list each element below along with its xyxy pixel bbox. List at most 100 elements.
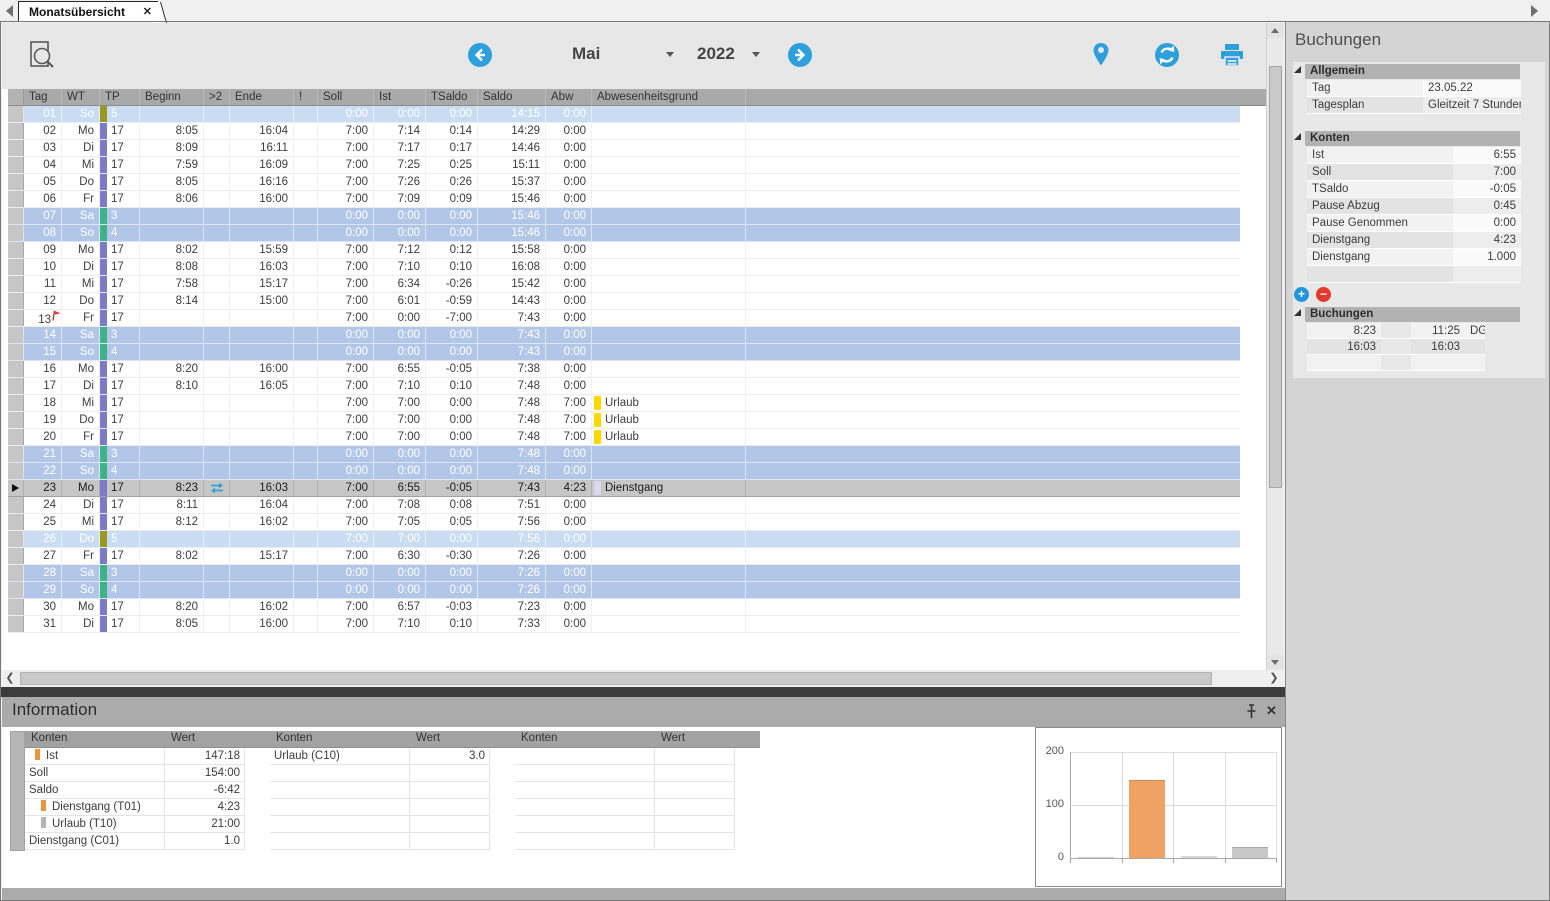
info-column-header-konten[interactable]: Konten — [31, 732, 67, 744]
info-column-header-konten[interactable]: Konten — [521, 732, 557, 744]
year-selector[interactable]: 2022 — [697, 44, 735, 64]
remove-booking-button[interactable]: − — [1316, 287, 1331, 302]
grid-row-16[interactable]: 16Mo178:2016:007:006:55-0:057:380:00 — [8, 361, 1240, 378]
info-column-header-wert[interactable]: Wert — [416, 732, 440, 744]
konten-cell[interactable] — [1453, 266, 1521, 283]
grid-row-30[interactable]: 30Mo178:2016:027:006:57-0:037:230:00 — [8, 599, 1240, 616]
scroll-down-icon[interactable] — [1267, 655, 1284, 670]
grid-row-02[interactable]: 02Mo178:0516:047:007:140:1414:290:00 — [8, 123, 1240, 140]
scroll-left-icon[interactable]: ❮ — [2, 670, 18, 687]
add-booking-button[interactable]: + — [1294, 287, 1309, 302]
column-header-soll[interactable]: Soll — [318, 89, 374, 105]
section-header-allgemein[interactable]: Allgemein — [1305, 64, 1520, 79]
section-header-buchungen[interactable]: Buchungen — [1305, 307, 1520, 322]
section-header-konten[interactable]: Konten — [1305, 131, 1520, 146]
grid-row-15[interactable]: 15So40:000:000:007:430:00 — [8, 344, 1240, 361]
buchungen-cell[interactable] — [1411, 355, 1465, 371]
column-header-tag[interactable]: Tag — [24, 89, 62, 105]
vertical-scrollbar[interactable] — [1266, 23, 1283, 670]
horizontal-scrollbar[interactable]: ❮ ❯ — [2, 670, 1283, 687]
grid-row-14[interactable]: 14Sa30:000:000:007:430:00 — [8, 327, 1240, 344]
grid-row-05[interactable]: 05Do178:0516:167:007:260:2615:370:00 — [8, 174, 1240, 191]
print-icon[interactable] — [1219, 43, 1245, 67]
konten-cell[interactable]: 7:00 — [1453, 164, 1521, 181]
column-header-2[interactable]: >2 — [204, 89, 230, 105]
grid-row-03[interactable]: 03Di178:0916:117:007:170:1714:460:00 — [8, 140, 1240, 157]
refresh-icon[interactable] — [1154, 42, 1180, 68]
column-header-abw[interactable]: Abw — [546, 89, 592, 105]
grid-row-21[interactable]: 21Sa30:000:000:007:480:00 — [8, 446, 1240, 463]
info-column-header-wert[interactable]: Wert — [661, 732, 685, 744]
month-dropdown-caret-icon[interactable] — [666, 52, 674, 57]
buchungen-expander-icon[interactable] — [1294, 309, 1301, 316]
konten-cell[interactable]: 0:45 — [1453, 198, 1521, 215]
info-column-header-wert[interactable]: Wert — [171, 732, 195, 744]
tab-scroll-left-icon[interactable] — [6, 5, 13, 17]
buchungen-cell[interactable]: 16:03 — [1307, 339, 1381, 355]
information-close-icon[interactable]: ✕ — [1266, 703, 1277, 719]
column-header-tp[interactable]: TP — [100, 89, 140, 105]
column-header-wt[interactable]: WT — [62, 89, 100, 105]
grid-row-04[interactable]: 04Mi177:5916:097:007:250:2515:110:00 — [8, 157, 1240, 174]
prev-month-button[interactable] — [468, 43, 492, 67]
grid-row-23[interactable]: 23Mo178:2316:037:006:55-0:057:434:23Dien… — [8, 480, 1240, 497]
column-header-ist[interactable]: Ist — [374, 89, 426, 105]
horizontal-scrollbar-thumb[interactable] — [20, 672, 1212, 685]
konten-cell[interactable]: 6:55 — [1453, 147, 1521, 164]
pin-icon[interactable] — [1245, 704, 1258, 719]
grid-row-18[interactable]: 18Mi177:007:000:007:487:00Urlaub — [8, 395, 1240, 412]
scroll-up-icon[interactable] — [1267, 23, 1284, 38]
column-header-tsaldo[interactable]: TSaldo — [426, 89, 478, 105]
konten-cell[interactable]: 0:00 — [1453, 215, 1521, 232]
buchungen-cell[interactable]: 11:25 — [1411, 323, 1465, 339]
konten-cell[interactable]: 4:23 — [1453, 232, 1521, 249]
grid-row-25[interactable]: 25Mi178:1216:027:007:050:057:560:00 — [8, 514, 1240, 531]
grid-row-29[interactable]: 29So40:000:000:007:260:00 — [8, 582, 1240, 599]
allgemein-expander-icon[interactable] — [1294, 66, 1301, 73]
location-pin-icon[interactable] — [1092, 42, 1110, 67]
konten-cell[interactable]: 1.000 — [1453, 249, 1521, 266]
grid-row-24[interactable]: 24Di178:1116:047:007:080:087:510:00 — [8, 497, 1240, 514]
grid-row-09[interactable]: 09Mo178:0215:597:007:120:1215:580:00 — [8, 242, 1240, 259]
buchungen-cell[interactable] — [1381, 355, 1411, 371]
grid-row-28[interactable]: 28Sa30:000:000:007:260:00 — [8, 565, 1240, 582]
info-column-header-konten[interactable]: Konten — [276, 732, 312, 744]
grid-row-11[interactable]: 11Mi177:5815:177:006:34-0:2615:420:00 — [8, 276, 1240, 293]
column-header-abwesenheitsgrund[interactable]: Abwesenheitsgrund — [592, 89, 746, 105]
buchungen-cell[interactable] — [1381, 339, 1411, 355]
column-header-ende[interactable]: Ende — [230, 89, 294, 105]
next-month-button[interactable] — [788, 43, 812, 67]
grid-row-19[interactable]: 19Do177:007:000:007:487:00Urlaub — [8, 412, 1240, 429]
year-dropdown-caret-icon[interactable] — [752, 52, 760, 57]
print-preview-icon[interactable] — [28, 40, 58, 72]
konten-expander-icon[interactable] — [1294, 133, 1301, 140]
column-header-[interactable]: ! — [294, 89, 318, 105]
column-header-beginn[interactable]: Beginn — [140, 89, 204, 105]
tab-monatsuebersicht[interactable]: Monatsübersicht ✕ — [18, 1, 158, 22]
grid-row-13[interactable]: 13Fr177:000:00-7:007:430:00 — [8, 310, 1240, 327]
grid-row-20[interactable]: 20Fr177:007:000:007:487:00Urlaub — [8, 429, 1240, 446]
grid-column-header[interactable]: TagWTTPBeginn>2Ende!SollIstTSaldoSaldoAb… — [8, 89, 1266, 106]
buchungen-cell[interactable]: 16:03 — [1411, 339, 1465, 355]
grid-row-08[interactable]: 08So40:000:000:0015:460:00 — [8, 225, 1240, 242]
buchungen-cell[interactable] — [1381, 323, 1411, 339]
allgemein-cell[interactable]: 23.05.22 — [1423, 80, 1521, 97]
grid-row-17[interactable]: 17Di178:1016:057:007:100:107:480:00 — [8, 378, 1240, 395]
grid-row-07[interactable]: 07Sa30:000:000:0015:460:00 — [8, 208, 1240, 225]
buchungen-cell[interactable] — [1465, 355, 1485, 371]
panel-splitter[interactable] — [0, 687, 1285, 697]
tab-scroll-right-icon[interactable] — [1531, 5, 1538, 17]
buchungen-cell[interactable]: DG — [1465, 323, 1485, 339]
buchungen-cell[interactable] — [1465, 339, 1485, 355]
scroll-right-icon[interactable]: ❯ — [1266, 670, 1282, 687]
column-header-saldo[interactable]: Saldo — [478, 89, 546, 105]
grid-row-12[interactable]: 12Do178:1415:007:006:01-0:5914:430:00 — [8, 293, 1240, 310]
buchungen-cell[interactable]: 8:23 — [1307, 323, 1381, 339]
grid-row-31[interactable]: 31Di178:0516:007:007:100:107:330:00 — [8, 616, 1240, 633]
buchungen-cell[interactable] — [1307, 355, 1381, 371]
grid-row-27[interactable]: 27Fr178:0215:177:006:30-0:307:260:00 — [8, 548, 1240, 565]
grid-row-26[interactable]: 26Do57:007:000:007:560:00 — [8, 531, 1240, 548]
month-selector[interactable]: Mai — [572, 44, 600, 64]
grid-row-01[interactable]: 01So50:000:000:0014:150:00 — [8, 106, 1240, 123]
grid-row-06[interactable]: 06Fr178:0616:007:007:090:0915:460:00 — [8, 191, 1240, 208]
